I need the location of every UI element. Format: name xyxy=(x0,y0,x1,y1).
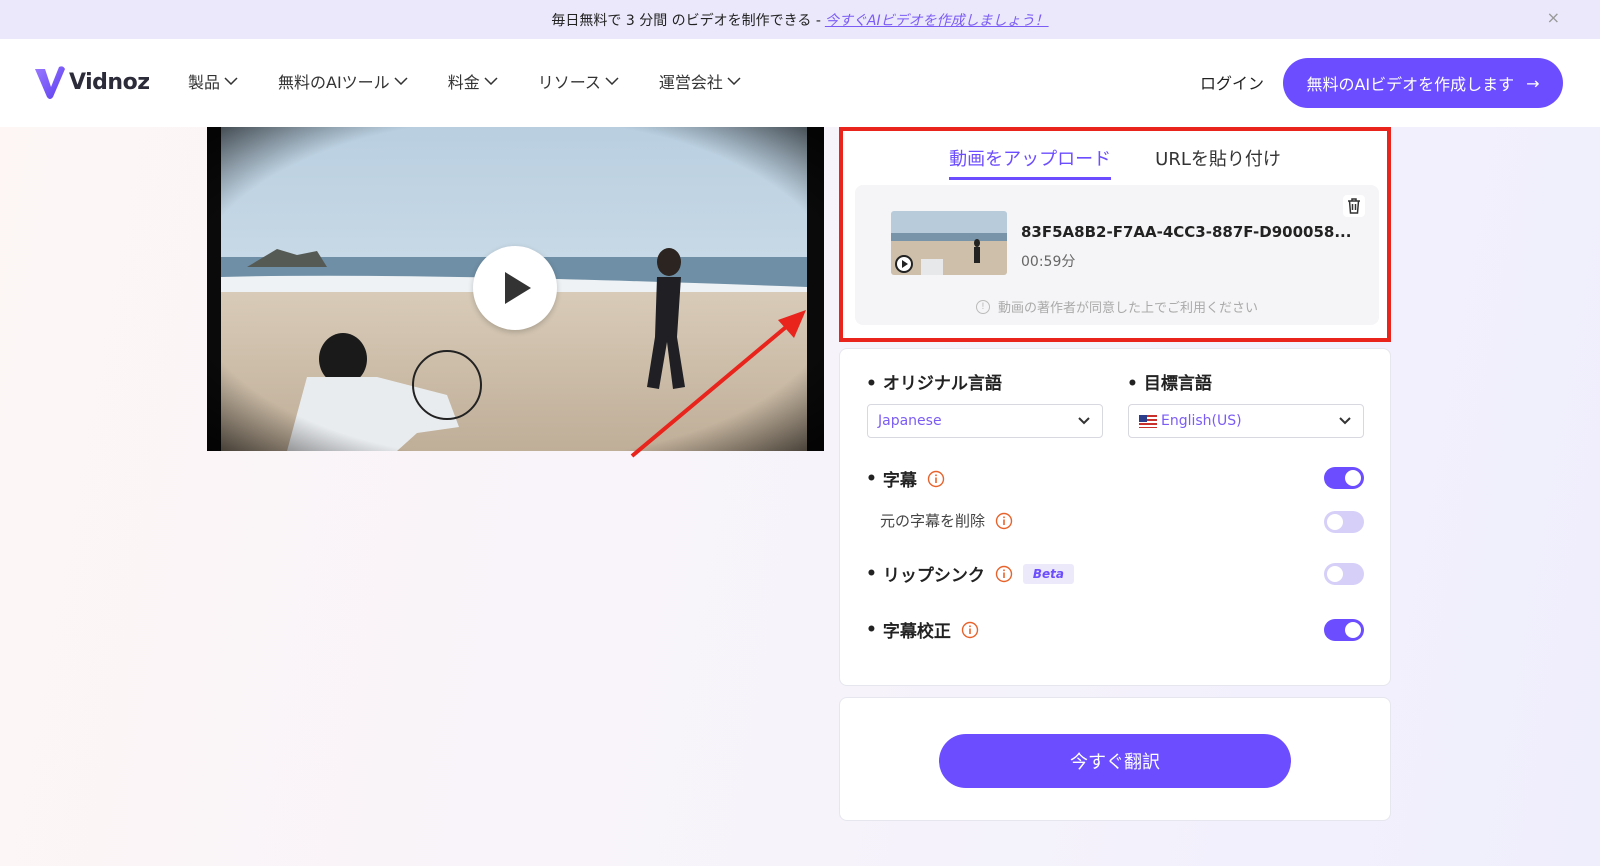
info-icon[interactable] xyxy=(995,512,1013,530)
tab-paste-url[interactable]: URLを貼り付け xyxy=(1155,145,1281,180)
upload-tabs: 動画をアップロード URLを貼り付け xyxy=(843,145,1387,180)
main-menu: 製品 無料のAIツール 料金 リソース 運営会社 xyxy=(188,69,781,93)
original-language-select[interactable]: Japanese xyxy=(867,404,1103,438)
select-value: English(US) xyxy=(1161,413,1242,429)
exclamation-icon: ! xyxy=(975,299,990,314)
lipsync-label: • リップシンク Beta xyxy=(866,561,1074,586)
proofread-label: • 字幕校正 xyxy=(866,617,979,642)
beta-badge: Beta xyxy=(1022,563,1074,584)
logo-text: Vidnoz xyxy=(69,69,150,95)
info-icon[interactable] xyxy=(927,470,945,488)
chevron-down-icon xyxy=(1078,417,1090,425)
top-nav: Vidnoz 製品 無料のAIツール 料金 リソース 運営会社 ログイン 無料の… xyxy=(0,39,1600,127)
menu-item-products[interactable]: 製品 xyxy=(188,69,238,93)
subtitles-toggle[interactable] xyxy=(1324,467,1364,489)
settings-panel: • オリジナル言語 Japanese • 目標言語 English(US) • 字幕 … xyxy=(839,348,1391,686)
close-icon[interactable]: × xyxy=(1547,8,1560,27)
logo-mark-icon xyxy=(35,66,65,99)
annotation-arrow-icon xyxy=(630,310,806,458)
file-name: 83F5A8B2-F7AA-4CC3-887F-D900058... xyxy=(1021,223,1351,241)
target-language-label: • 目標言語 xyxy=(1127,374,1212,394)
chevron-down-icon xyxy=(605,77,619,85)
upload-panel: 動画をアップロード URLを貼り付け 83F5A8B2-F7AA-4CC3-88… xyxy=(839,127,1391,342)
info-icon[interactable] xyxy=(961,621,979,639)
remove-subtitles-toggle[interactable] xyxy=(1324,511,1364,533)
target-language-select[interactable]: English(US) xyxy=(1128,404,1364,438)
play-icon xyxy=(505,272,531,304)
arrow-right-icon: → xyxy=(1526,73,1540,93)
original-language-label: • オリジナル言語 xyxy=(866,374,1002,394)
menu-item-resources[interactable]: リソース xyxy=(538,69,619,93)
delete-button[interactable] xyxy=(1343,195,1365,217)
promo-text: 毎日無料で 3 分間 のビデオを制作できる - xyxy=(551,12,821,29)
us-flag-icon xyxy=(1139,414,1157,428)
logo[interactable]: Vidnoz xyxy=(33,63,150,101)
promo-link[interactable]: 今すぐAIビデオを作成しましょう！ xyxy=(825,10,1049,30)
menu-item-label: 無料のAIツール xyxy=(278,73,390,92)
menu-item-label: リソース xyxy=(537,73,601,92)
copyright-notice: ! 動画の著作者が同意した上でご利用ください xyxy=(855,297,1379,316)
uploaded-file-card: 83F5A8B2-F7AA-4CC3-887F-D900058... 00:59… xyxy=(855,185,1379,325)
play-button[interactable] xyxy=(473,246,557,330)
file-duration: 00:59分 xyxy=(1021,254,1076,270)
promo-banner: 毎日無料で 3 分間 のビデオを制作できる - 今すぐAIビデオを作成しましょう… xyxy=(0,0,1600,39)
chevron-down-icon xyxy=(224,77,238,85)
play-icon xyxy=(895,255,913,273)
video-thumbnail[interactable] xyxy=(891,211,1007,275)
info-icon[interactable] xyxy=(995,565,1013,583)
translate-now-button[interactable]: 今すぐ翻訳 xyxy=(939,734,1291,788)
tab-upload-video[interactable]: 動画をアップロード xyxy=(949,145,1112,180)
action-panel: 今すぐ翻訳 xyxy=(839,697,1391,821)
notice-text: 動画の著作者が同意した上でご利用ください xyxy=(997,301,1258,316)
chevron-down-icon xyxy=(484,77,498,85)
chevron-down-icon xyxy=(1339,417,1351,425)
proofread-toggle[interactable] xyxy=(1324,619,1364,641)
menu-item-pricing[interactable]: 料金 xyxy=(448,69,498,93)
menu-item-label: 運営会社 xyxy=(658,73,723,92)
lipsync-toggle[interactable] xyxy=(1324,563,1364,585)
remove-subtitles-label: 元の字幕を削除 xyxy=(880,510,1013,531)
menu-item-label: 料金 xyxy=(447,73,480,92)
menu-item-label: 製品 xyxy=(188,73,221,92)
chevron-down-icon xyxy=(727,77,741,85)
select-value: Japanese xyxy=(878,413,942,429)
trash-icon xyxy=(1348,198,1360,214)
subtitles-label: • 字幕 xyxy=(866,466,945,491)
menu-item-free-ai-tools[interactable]: 無料のAIツール xyxy=(278,69,408,93)
chevron-down-icon xyxy=(394,77,408,85)
login-link[interactable]: ログイン xyxy=(1200,70,1264,94)
menu-item-company[interactable]: 運営会社 xyxy=(659,69,741,93)
cta-label: 無料のAIビデオを作成します xyxy=(1306,75,1515,94)
create-ai-video-button[interactable]: 無料のAIビデオを作成します → xyxy=(1283,58,1563,108)
